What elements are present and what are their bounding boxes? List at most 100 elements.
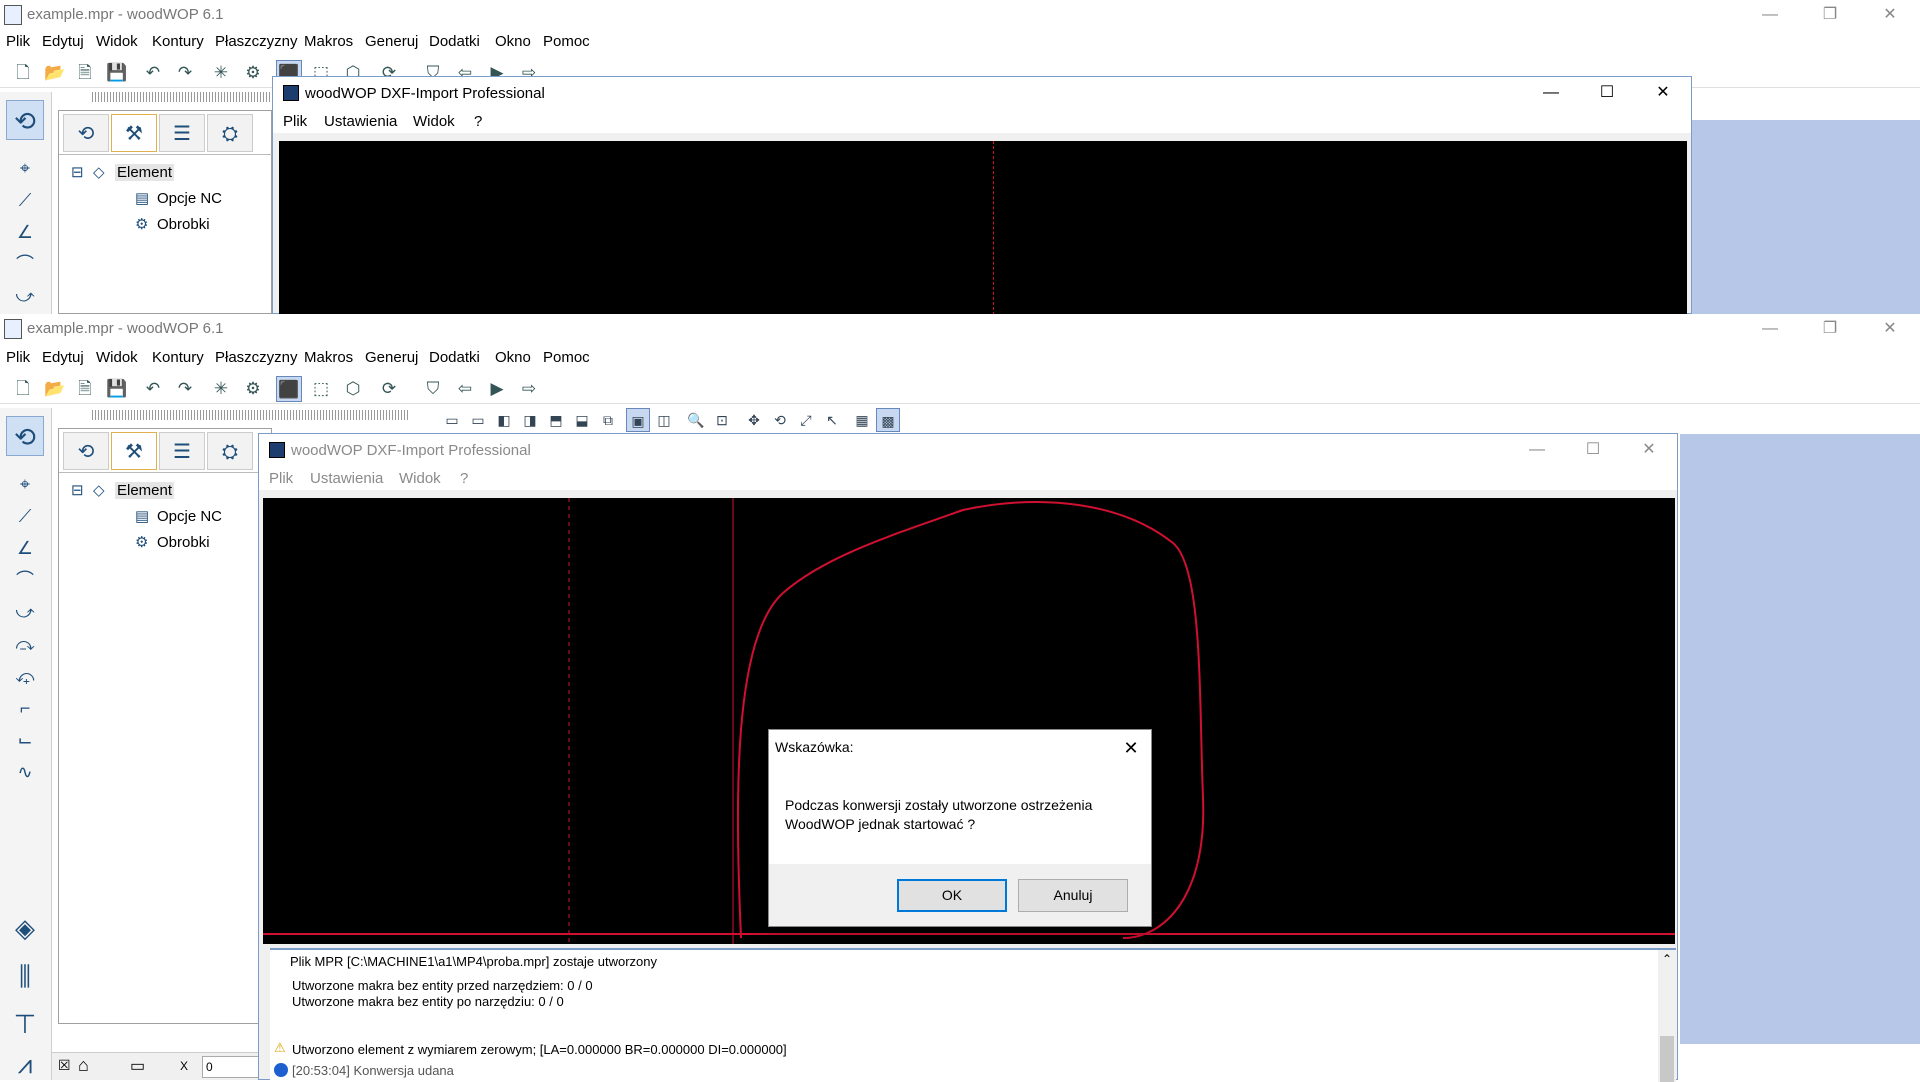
dxf-minimize-button[interactable]: — xyxy=(1523,77,1579,109)
close-button[interactable]: ✕ xyxy=(1860,314,1920,344)
menu-kontury[interactable]: Kontury xyxy=(152,33,204,50)
menu-widok[interactable]: Widok xyxy=(96,349,138,366)
menu-generuj[interactable]: Generuj xyxy=(365,349,418,366)
dxf-menu-widok[interactable]: Widok xyxy=(413,113,455,130)
view-left-icon[interactable]: ◧ xyxy=(492,408,516,432)
saw-tool-icon[interactable]: ⊤ xyxy=(6,1004,44,1044)
view-back-icon[interactable]: ▭ xyxy=(466,408,490,432)
tab-contours-icon[interactable]: ⟲ xyxy=(63,114,109,152)
new-file-icon[interactable]: 🗋 xyxy=(10,376,36,402)
dxf-drawing-canvas[interactable] xyxy=(279,141,1687,314)
menu-makros[interactable]: Makros xyxy=(304,349,353,366)
arc-tool-icon[interactable]: ⌒ xyxy=(6,250,44,278)
refresh-icon[interactable]: ⟳ xyxy=(376,376,402,402)
line-tool-icon[interactable]: ⟋ xyxy=(6,186,44,214)
dxf-menu-ustawienia[interactable]: Ustawienia xyxy=(310,470,383,487)
tab-list-icon[interactable]: ☰ xyxy=(159,432,205,470)
menu-dodatki[interactable]: Dodatki xyxy=(429,33,480,50)
dxf-menu-help[interactable]: ? xyxy=(474,113,482,130)
select-pointer-icon[interactable]: ↖ xyxy=(820,408,844,432)
menu-plik[interactable]: Plik xyxy=(6,349,30,366)
view-transparent-icon[interactable]: ◫ xyxy=(652,408,676,432)
redo-icon[interactable]: ↷ xyxy=(172,376,198,402)
dxf-close-button[interactable]: ✕ xyxy=(1635,77,1691,109)
close-button[interactable]: ✕ xyxy=(1860,0,1920,30)
tree-item-element[interactable]: ⊟ ◇ Element xyxy=(71,481,175,499)
dxf-menu-ustawienia[interactable]: Ustawienia xyxy=(324,113,397,130)
menu-plik[interactable]: Plik xyxy=(6,33,30,50)
view-right-icon[interactable]: ◨ xyxy=(518,408,542,432)
move-icon[interactable]: ✥ xyxy=(742,408,766,432)
arc4-tool-icon[interactable]: ⤽ xyxy=(6,662,44,690)
dialog-close-button[interactable]: ✕ xyxy=(1117,734,1145,762)
close-strip-icon[interactable]: ☒ xyxy=(58,1057,71,1074)
view-front-icon[interactable]: ▭ xyxy=(440,408,464,432)
arc2-tool-icon[interactable]: ⤻ xyxy=(6,282,44,310)
menu-generuj[interactable]: Generuj xyxy=(365,33,418,50)
filter-icon[interactable]: ⛉ xyxy=(420,376,446,402)
point-tool-icon[interactable]: ⌖ xyxy=(6,470,44,498)
menu-okno[interactable]: Okno xyxy=(495,349,531,366)
open-folder-icon[interactable]: 📂 xyxy=(42,376,68,402)
angle-tool-icon[interactable]: ∠ xyxy=(6,534,44,562)
rotate-icon[interactable]: ⟲ xyxy=(768,408,792,432)
zoom-window-icon[interactable]: ⤢ xyxy=(794,408,818,432)
menu-edytuj[interactable]: Edytuj xyxy=(42,33,84,50)
arrow-left-icon[interactable]: ⇦ xyxy=(452,376,478,402)
arc2-tool-icon[interactable]: ⤻ xyxy=(6,598,44,626)
scrollbar-thumb[interactable] xyxy=(1660,1036,1674,1082)
new-file-icon[interactable]: 🗋 xyxy=(10,60,36,86)
x-coordinate-input[interactable]: 0 xyxy=(202,1056,262,1078)
menu-dodatki[interactable]: Dodatki xyxy=(429,349,480,366)
save-icon[interactable]: 💾 xyxy=(104,60,130,86)
contour-tool-icon[interactable]: ⟲ xyxy=(6,416,44,456)
plane-tool-icon[interactable]: ◈ xyxy=(6,908,44,948)
line-tool-icon[interactable]: ⟋ xyxy=(6,502,44,530)
dxf-menu-help[interactable]: ? xyxy=(460,470,468,487)
tab-list-icon[interactable]: ☰ xyxy=(159,114,205,152)
ok-button[interactable]: OK xyxy=(897,879,1007,912)
settings-icon[interactable]: ⚙ xyxy=(240,60,266,86)
fillet-tool-icon[interactable]: ⌐ xyxy=(6,694,44,722)
collapse-icon[interactable]: ⊟ xyxy=(71,481,93,499)
close-file-icon[interactable]: 🗎 xyxy=(72,376,98,402)
menu-makros[interactable]: Makros xyxy=(304,33,353,50)
scroll-up-icon[interactable]: ⌃ xyxy=(1662,952,1672,966)
menu-kontury[interactable]: Kontury xyxy=(152,349,204,366)
chamfer-tool-icon[interactable]: ⌙ xyxy=(6,726,44,754)
tab-contours-icon[interactable]: ⟲ xyxy=(63,432,109,470)
dxf-close-button[interactable]: ✕ xyxy=(1621,434,1677,466)
undo-icon[interactable]: ↶ xyxy=(140,376,166,402)
menu-okno[interactable]: Okno xyxy=(495,33,531,50)
log-scrollbar[interactable]: ⌃ xyxy=(1658,950,1676,1082)
tree-item-opcje-nc[interactable]: ▤ Opcje NC xyxy=(135,507,222,525)
zoom-icon[interactable]: 🔍 xyxy=(684,408,708,432)
layout-icon[interactable]: ▦ xyxy=(850,408,874,432)
zoom-fit-icon[interactable]: ⊡ xyxy=(710,408,734,432)
play-icon[interactable]: ▶ xyxy=(484,376,510,402)
view-top-icon[interactable]: ⬒ xyxy=(544,408,568,432)
toolbar-gripper[interactable] xyxy=(92,410,408,420)
tree-item-element[interactable]: ⊟ ◇ Element xyxy=(71,163,175,181)
cancel-button[interactable]: Anuluj xyxy=(1018,879,1128,912)
spline-tool-icon[interactable]: ∿ xyxy=(6,758,44,786)
minimize-button[interactable]: — xyxy=(1740,314,1800,344)
drill-tool-icon[interactable]: ⫼ xyxy=(6,956,44,996)
view-bottom-icon[interactable]: ⬓ xyxy=(570,408,594,432)
view-iso-icon[interactable]: ⧉ xyxy=(596,408,620,432)
tab-tools-icon[interactable]: ⛭ xyxy=(207,432,253,470)
menu-edytuj[interactable]: Edytuj xyxy=(42,349,84,366)
grid-icon[interactable]: ▩ xyxy=(876,408,900,432)
menu-plaszczyzny[interactable]: Płaszczyzny xyxy=(215,349,298,366)
arrow-right-icon[interactable]: ⇨ xyxy=(516,376,542,402)
menu-plaszczyzny[interactable]: Płaszczyzny xyxy=(215,33,298,50)
dxf-menu-plik[interactable]: Plik xyxy=(269,470,293,487)
view-3d-icon[interactable]: ⬛ xyxy=(276,376,302,402)
dxf-menu-widok[interactable]: Widok xyxy=(399,470,441,487)
open-folder-icon[interactable]: 📂 xyxy=(42,60,68,86)
dxf-maximize-button[interactable]: ☐ xyxy=(1565,434,1621,466)
menu-pomoc[interactable]: Pomoc xyxy=(543,349,590,366)
minimize-button[interactable]: — xyxy=(1740,0,1800,30)
tree-item-obrobki[interactable]: ⚙ Obrobki xyxy=(135,215,210,233)
undo-icon[interactable]: ↶ xyxy=(140,60,166,86)
